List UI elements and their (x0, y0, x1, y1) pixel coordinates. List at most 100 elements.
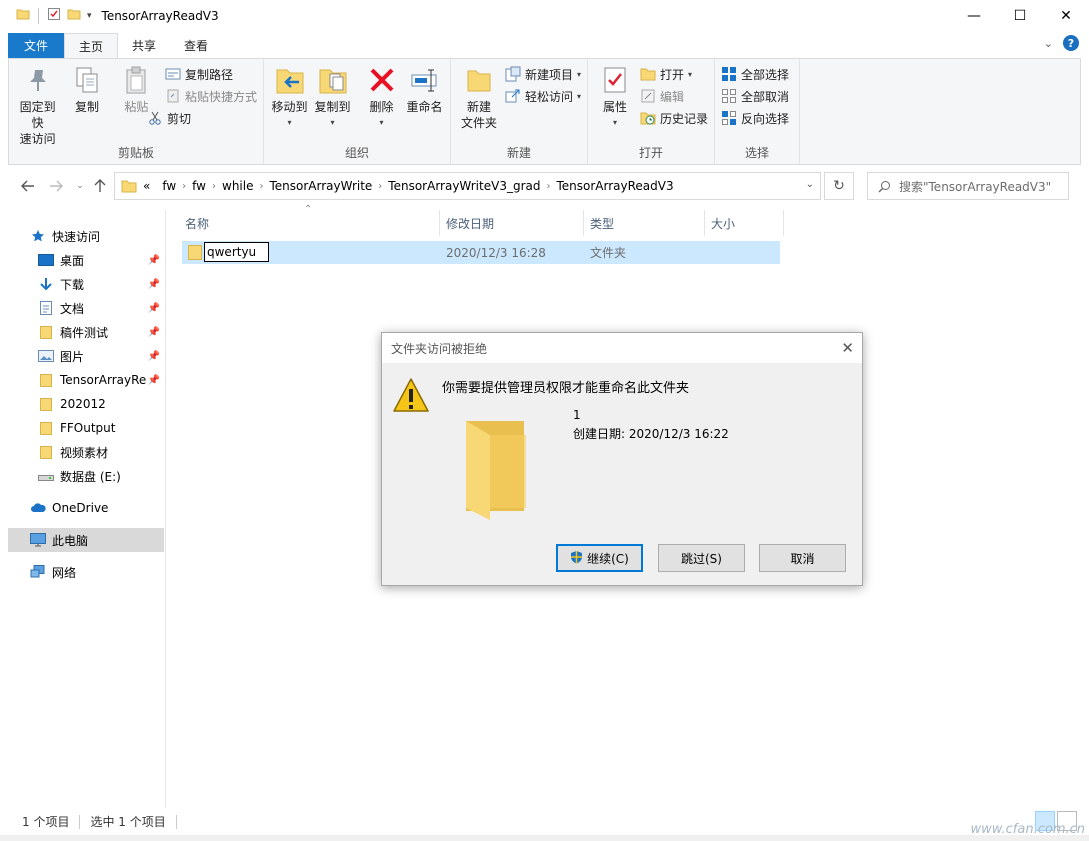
nav-label: OneDrive (52, 501, 109, 515)
back-button[interactable] (18, 176, 38, 196)
picture-icon (38, 348, 54, 364)
breadcrumb-item[interactable]: TensorArrayWrite (269, 179, 372, 193)
nav-item-data-drive[interactable]: 数据盘 (E:) (38, 464, 164, 488)
rename-icon (408, 63, 442, 97)
close-button[interactable]: ✕ (1043, 0, 1089, 31)
folder-icon (121, 180, 137, 193)
delete-label: 删除 (369, 100, 394, 114)
paste-shortcut-button[interactable]: 粘贴快捷方式 (165, 87, 257, 105)
help-icon[interactable]: ? (1063, 35, 1079, 51)
breadcrumb-overflow[interactable]: « (143, 179, 150, 193)
title-bar: ▾ TensorArrayReadV3 — ☐ ✕ (0, 0, 1089, 31)
chevron-right-icon[interactable]: › (378, 181, 382, 192)
copy-icon (70, 63, 104, 97)
properties-icon[interactable] (47, 7, 61, 24)
dialog-message: 你需要提供管理员权限才能重命名此文件夹 (442, 381, 690, 396)
chevron-right-icon[interactable]: › (546, 181, 550, 192)
column-header-size[interactable]: 大小 (705, 210, 784, 236)
nav-item-video[interactable]: 视频素材 (38, 440, 164, 464)
breadcrumb-item[interactable]: while (222, 179, 253, 193)
tab-view[interactable]: 查看 (170, 33, 222, 58)
open-button[interactable]: 打开 ▾ (640, 65, 708, 83)
new-group: 新建 文件夹 新建项目 ▾ 轻松访问 ▾ 新建 (451, 59, 588, 164)
nav-item-downloads[interactable]: 下载 📌 (38, 272, 164, 296)
new-folder-icon[interactable] (67, 7, 81, 24)
cancel-button[interactable]: 取消 (759, 544, 846, 572)
cut-button[interactable]: 剪切 (147, 109, 257, 127)
nav-item-documents[interactable]: 文档 📌 (38, 296, 164, 320)
table-row[interactable]: qwertyu 2020/12/3 16:28 文件夹 (182, 241, 780, 264)
recent-locations-button[interactable]: ⌄ (70, 176, 90, 196)
nav-onedrive[interactable]: OneDrive (30, 496, 164, 520)
clipboard-group-label: 剪贴板 (117, 146, 154, 160)
organize-group: 移动到 ▾ 复制到 ▾ 删除 ▾ 重命名 组织 (264, 59, 451, 164)
copy-to-dropdown-icon: ▾ (330, 118, 335, 127)
uac-shield-icon (570, 550, 583, 567)
search-box[interactable]: 搜索"TensorArrayReadV3" (867, 172, 1069, 200)
nav-item-202012[interactable]: 202012 (38, 392, 164, 416)
nav-item-ffoutput[interactable]: FFOutput (38, 416, 164, 440)
skip-button[interactable]: 跳过(S) (658, 544, 745, 572)
column-header-name[interactable]: 名称 (179, 210, 440, 236)
copy-label: 复制 (74, 100, 99, 114)
chevron-right-icon[interactable]: › (212, 181, 216, 192)
chevron-right-icon[interactable]: › (259, 181, 263, 192)
breadcrumb-item[interactable]: TensorArrayWriteV3_grad (388, 179, 540, 193)
chevron-down-icon[interactable]: ⌄ (1044, 37, 1053, 50)
invert-selection-label: 反向选择 (741, 111, 790, 126)
edit-button[interactable]: 编辑 (640, 87, 708, 105)
customize-qat-icon[interactable]: ▾ (87, 11, 92, 21)
nav-this-pc[interactable]: 此电脑 (8, 528, 164, 552)
history-button[interactable]: 历史记录 (640, 109, 708, 127)
tab-file[interactable]: 文件 (8, 33, 65, 58)
paste-shortcut-icon (165, 88, 181, 104)
select-none-icon (721, 88, 737, 104)
new-item-button[interactable]: 新建项目 ▾ (505, 65, 581, 83)
continue-button[interactable]: 继续(C) (556, 544, 643, 572)
tab-home[interactable]: 主页 (64, 33, 119, 58)
status-divider (79, 814, 81, 829)
refresh-button[interactable]: ↻ (824, 172, 854, 200)
chevron-down-icon[interactable]: ⌄ (806, 179, 814, 190)
easy-access-icon (505, 88, 521, 104)
column-header-modified[interactable]: 修改日期 (440, 210, 584, 236)
rename-input[interactable]: qwertyu (204, 242, 269, 262)
easy-access-button[interactable]: 轻松访问 ▾ (505, 87, 581, 105)
select-none-button[interactable]: 全部取消 (721, 87, 789, 105)
maximize-button[interactable]: ☐ (997, 0, 1043, 31)
select-all-button[interactable]: 全部选择 (721, 65, 789, 83)
file-type: 文件夹 (590, 246, 627, 260)
chevron-down-icon: ⌄ (76, 181, 84, 191)
up-button[interactable] (90, 176, 110, 196)
breadcrumb-item[interactable]: TensorArrayReadV3 (556, 179, 673, 193)
large-folder-icon (460, 413, 540, 526)
pin-icon (21, 63, 55, 97)
nav-quick-access[interactable]: 快速访问 (30, 224, 164, 248)
nav-item-tensorarray[interactable]: TensorArrayRe 📌 (38, 368, 164, 392)
window-controls: — ☐ ✕ (951, 0, 1089, 31)
nav-item-desktop[interactable]: 桌面 📌 (38, 248, 164, 272)
nav-item-drafts[interactable]: 稿件测试 📌 (38, 320, 164, 344)
forward-button[interactable] (46, 176, 66, 196)
pin-icon: 📌 (147, 302, 160, 314)
item-count: 1 个项目 (22, 815, 70, 829)
folder-icon (38, 372, 54, 388)
column-header-type[interactable]: 类型 (584, 210, 705, 236)
search-icon (878, 180, 890, 192)
breadcrumb-item[interactable]: fw (192, 179, 206, 193)
nav-item-pictures[interactable]: 图片 📌 (38, 344, 164, 368)
scissors-icon (147, 110, 163, 126)
new-item-dropdown-icon: ▾ (576, 69, 581, 79)
minimize-button[interactable]: — (951, 0, 997, 31)
dialog-close-button[interactable]: ✕ (841, 339, 854, 357)
address-bar[interactable]: « fw › fw › while › TensorArrayWrite › T… (114, 172, 821, 200)
warning-icon (392, 377, 430, 418)
paste-label: 粘贴 (124, 100, 149, 114)
chevron-right-icon[interactable]: › (182, 181, 186, 192)
invert-selection-button[interactable]: 反向选择 (721, 109, 789, 127)
edit-label: 编辑 (659, 89, 684, 104)
nav-network[interactable]: 网络 (30, 560, 164, 584)
breadcrumb-item[interactable]: fw (162, 179, 176, 193)
copy-path-button[interactable]: 复制路径 (165, 65, 257, 83)
tab-share[interactable]: 共享 (118, 33, 170, 58)
